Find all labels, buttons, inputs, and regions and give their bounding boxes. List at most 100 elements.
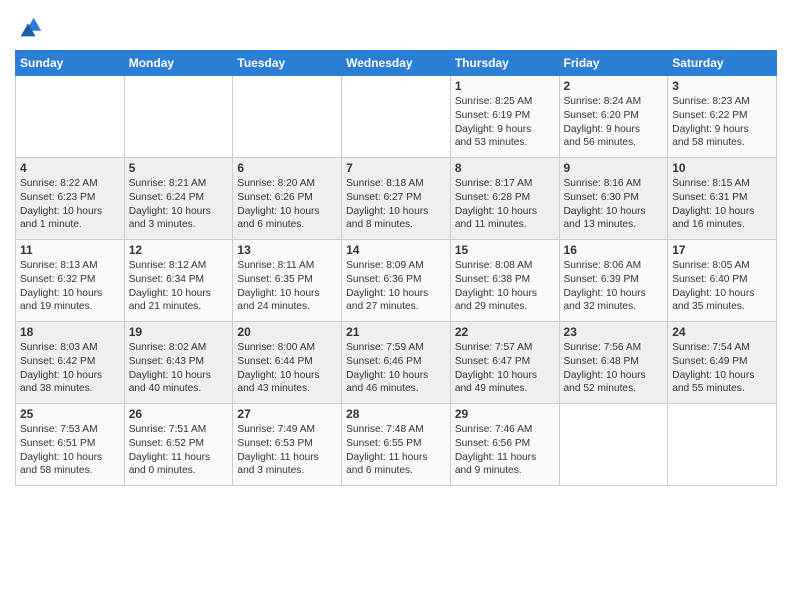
calendar-cell: 17 Sunrise: 8:05 AM Sunset: 6:40 PM Dayli… <box>668 240 777 322</box>
calendar-cell: 22Sunrise: 7:57 AM Sunset: 6:47 PM Dayli… <box>450 322 559 404</box>
day-info: Sunrise: 8:17 AM Sunset: 6:28 PM Dayligh… <box>455 177 555 232</box>
calendar-cell <box>559 404 668 486</box>
week-row-1: 1 Sunrise: 8:25 AM Sunset: 6:19 PM Daylig… <box>16 76 777 158</box>
week-row-3: 11 Sunrise: 8:13 AM Sunset: 6:32 PM Dayli… <box>16 240 777 322</box>
day-number: 4 <box>20 161 120 175</box>
day-number: 1 <box>455 79 555 93</box>
day-number: 29 <box>455 407 555 421</box>
calendar-cell: 21 Sunrise: 7:59 AM Sunset: 6:46 PM Dayli… <box>342 322 451 404</box>
calendar-cell: 15 Sunrise: 8:08 AM Sunset: 6:38 PM Dayli… <box>450 240 559 322</box>
calendar-cell: 28 Sunrise: 7:48 AM Sunset: 6:55 PM Dayli… <box>342 404 451 486</box>
calendar-cell: 12 Sunrise: 8:12 AM Sunset: 6:34 PM Dayli… <box>124 240 233 322</box>
calendar-cell: 25 Sunrise: 7:53 AM Sunset: 6:51 PM Dayli… <box>16 404 125 486</box>
calendar-cell: 1 Sunrise: 8:25 AM Sunset: 6:19 PM Daylig… <box>450 76 559 158</box>
day-info: Sunrise: 8:05 AM Sunset: 6:40 PM Dayligh… <box>672 259 772 314</box>
day-number: 27 <box>237 407 337 421</box>
calendar-cell <box>16 76 125 158</box>
calendar-cell: 9Sunrise: 8:16 AM Sunset: 6:30 PM Daylig… <box>559 158 668 240</box>
logo <box>15 14 45 42</box>
calendar-cell: 7Sunrise: 8:18 AM Sunset: 6:27 PM Daylig… <box>342 158 451 240</box>
day-info: Sunrise: 8:13 AM Sunset: 6:32 PM Dayligh… <box>20 259 120 314</box>
calendar-cell: 6 Sunrise: 8:20 AM Sunset: 6:26 PM Daylig… <box>233 158 342 240</box>
weekday-header-sunday: Sunday <box>16 51 125 76</box>
main-container: SundayMondayTuesdayWednesdayThursdayFrid… <box>0 0 792 496</box>
day-number: 15 <box>455 243 555 257</box>
week-row-5: 25 Sunrise: 7:53 AM Sunset: 6:51 PM Dayli… <box>16 404 777 486</box>
logo-icon <box>15 14 43 42</box>
day-number: 28 <box>346 407 446 421</box>
day-number: 24 <box>672 325 772 339</box>
calendar-cell: 13Sunrise: 8:11 AM Sunset: 6:35 PM Dayli… <box>233 240 342 322</box>
day-info: Sunrise: 8:25 AM Sunset: 6:19 PM Dayligh… <box>455 95 555 150</box>
day-info: Sunrise: 7:48 AM Sunset: 6:55 PM Dayligh… <box>346 423 446 478</box>
day-info: Sunrise: 8:09 AM Sunset: 6:36 PM Dayligh… <box>346 259 446 314</box>
week-row-4: 18 Sunrise: 8:03 AM Sunset: 6:42 PM Dayli… <box>16 322 777 404</box>
calendar-cell: 19 Sunrise: 8:02 AM Sunset: 6:43 PM Dayli… <box>124 322 233 404</box>
day-info: Sunrise: 8:12 AM Sunset: 6:34 PM Dayligh… <box>129 259 229 314</box>
day-number: 20 <box>237 325 337 339</box>
calendar-cell: 20 Sunrise: 8:00 AM Sunset: 6:44 PM Dayli… <box>233 322 342 404</box>
calendar-cell: 29 Sunrise: 7:46 AM Sunset: 6:56 PM Dayli… <box>450 404 559 486</box>
day-number: 21 <box>346 325 446 339</box>
weekday-header-tuesday: Tuesday <box>233 51 342 76</box>
calendar-cell: 11 Sunrise: 8:13 AM Sunset: 6:32 PM Dayli… <box>16 240 125 322</box>
day-info: Sunrise: 8:00 AM Sunset: 6:44 PM Dayligh… <box>237 341 337 396</box>
day-info: Sunrise: 8:24 AM Sunset: 6:20 PM Dayligh… <box>564 95 664 150</box>
day-number: 2 <box>564 79 664 93</box>
calendar-cell: 16Sunrise: 8:06 AM Sunset: 6:39 PM Dayli… <box>559 240 668 322</box>
day-info: Sunrise: 7:59 AM Sunset: 6:46 PM Dayligh… <box>346 341 446 396</box>
day-number: 3 <box>672 79 772 93</box>
day-number: 10 <box>672 161 772 175</box>
weekday-header-row: SundayMondayTuesdayWednesdayThursdayFrid… <box>16 51 777 76</box>
day-info: Sunrise: 8:20 AM Sunset: 6:26 PM Dayligh… <box>237 177 337 232</box>
calendar-cell: 4Sunrise: 8:22 AM Sunset: 6:23 PM Daylig… <box>16 158 125 240</box>
day-number: 6 <box>237 161 337 175</box>
day-number: 26 <box>129 407 229 421</box>
calendar-cell <box>124 76 233 158</box>
day-info: Sunrise: 7:53 AM Sunset: 6:51 PM Dayligh… <box>20 423 120 478</box>
day-number: 14 <box>346 243 446 257</box>
day-info: Sunrise: 8:08 AM Sunset: 6:38 PM Dayligh… <box>455 259 555 314</box>
day-number: 23 <box>564 325 664 339</box>
week-row-2: 4Sunrise: 8:22 AM Sunset: 6:23 PM Daylig… <box>16 158 777 240</box>
calendar-cell: 26Sunrise: 7:51 AM Sunset: 6:52 PM Dayli… <box>124 404 233 486</box>
day-info: Sunrise: 8:03 AM Sunset: 6:42 PM Dayligh… <box>20 341 120 396</box>
day-info: Sunrise: 8:02 AM Sunset: 6:43 PM Dayligh… <box>129 341 229 396</box>
day-info: Sunrise: 8:18 AM Sunset: 6:27 PM Dayligh… <box>346 177 446 232</box>
calendar-cell: 24 Sunrise: 7:54 AM Sunset: 6:49 PM Dayli… <box>668 322 777 404</box>
weekday-header-friday: Friday <box>559 51 668 76</box>
day-number: 25 <box>20 407 120 421</box>
day-info: Sunrise: 7:54 AM Sunset: 6:49 PM Dayligh… <box>672 341 772 396</box>
day-number: 8 <box>455 161 555 175</box>
calendar-cell <box>668 404 777 486</box>
calendar-cell: 18 Sunrise: 8:03 AM Sunset: 6:42 PM Dayli… <box>16 322 125 404</box>
calendar-cell: 2 Sunrise: 8:24 AM Sunset: 6:20 PM Daylig… <box>559 76 668 158</box>
day-info: Sunrise: 8:23 AM Sunset: 6:22 PM Dayligh… <box>672 95 772 150</box>
weekday-header-wednesday: Wednesday <box>342 51 451 76</box>
day-number: 11 <box>20 243 120 257</box>
day-number: 17 <box>672 243 772 257</box>
day-number: 5 <box>129 161 229 175</box>
weekday-header-monday: Monday <box>124 51 233 76</box>
calendar-cell: 23 Sunrise: 7:56 AM Sunset: 6:48 PM Dayli… <box>559 322 668 404</box>
calendar-cell: 5 Sunrise: 8:21 AM Sunset: 6:24 PM Daylig… <box>124 158 233 240</box>
day-number: 18 <box>20 325 120 339</box>
day-info: Sunrise: 7:56 AM Sunset: 6:48 PM Dayligh… <box>564 341 664 396</box>
day-number: 16 <box>564 243 664 257</box>
header <box>15 10 777 42</box>
day-info: Sunrise: 7:46 AM Sunset: 6:56 PM Dayligh… <box>455 423 555 478</box>
day-number: 19 <box>129 325 229 339</box>
calendar-cell: 14 Sunrise: 8:09 AM Sunset: 6:36 PM Dayli… <box>342 240 451 322</box>
day-info: Sunrise: 8:15 AM Sunset: 6:31 PM Dayligh… <box>672 177 772 232</box>
day-number: 9 <box>564 161 664 175</box>
calendar-cell <box>342 76 451 158</box>
calendar-cell <box>233 76 342 158</box>
day-info: Sunrise: 7:57 AM Sunset: 6:47 PM Dayligh… <box>455 341 555 396</box>
calendar-table: SundayMondayTuesdayWednesdayThursdayFrid… <box>15 50 777 486</box>
day-number: 12 <box>129 243 229 257</box>
calendar-cell: 10 Sunrise: 8:15 AM Sunset: 6:31 PM Dayli… <box>668 158 777 240</box>
weekday-header-saturday: Saturday <box>668 51 777 76</box>
day-info: Sunrise: 8:21 AM Sunset: 6:24 PM Dayligh… <box>129 177 229 232</box>
calendar-cell: 3 Sunrise: 8:23 AM Sunset: 6:22 PM Daylig… <box>668 76 777 158</box>
calendar-cell: 8 Sunrise: 8:17 AM Sunset: 6:28 PM Daylig… <box>450 158 559 240</box>
